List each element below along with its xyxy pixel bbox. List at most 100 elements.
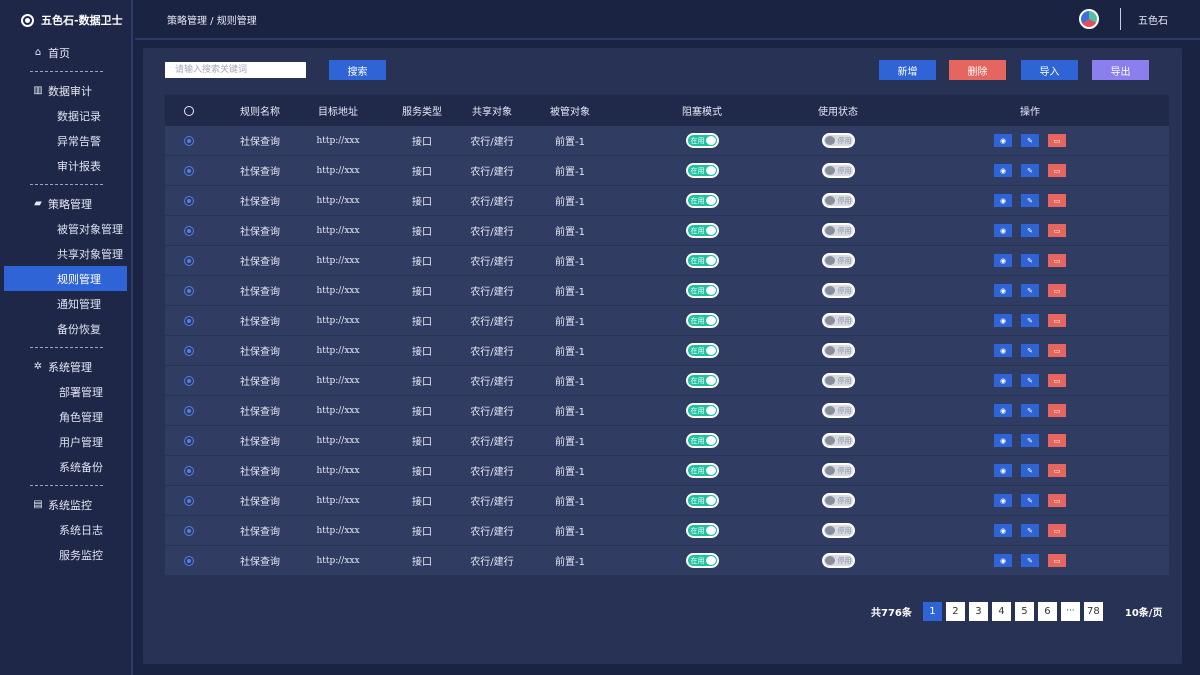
use-state-toggle[interactable]: 停用 xyxy=(821,463,855,478)
trash-icon[interactable]: ▭ xyxy=(1048,434,1066,447)
table-row[interactable]: 社保查询 http://xxx 接口 农行/建行 前置-1 在用 停用 ◉ ✎ ▭ xyxy=(165,366,1169,396)
trash-icon[interactable]: ▭ xyxy=(1048,494,1066,507)
edit-icon[interactable]: ✎ xyxy=(1021,194,1039,207)
trash-icon[interactable]: ▭ xyxy=(1048,194,1066,207)
edit-icon[interactable]: ✎ xyxy=(1021,494,1039,507)
row-select-radio[interactable] xyxy=(184,555,194,566)
page-button[interactable]: 2 xyxy=(945,601,965,621)
row-select-radio[interactable] xyxy=(184,165,194,176)
view-icon[interactable]: ◉ xyxy=(994,344,1012,357)
block-mode-toggle[interactable]: 在用 xyxy=(685,283,719,298)
view-icon[interactable]: ◉ xyxy=(994,164,1012,177)
search-input[interactable] xyxy=(165,62,306,78)
delete-button[interactable]: 删除 xyxy=(949,60,1006,80)
use-state-toggle[interactable]: 停用 xyxy=(821,313,855,328)
edit-icon[interactable]: ✎ xyxy=(1021,134,1039,147)
trash-icon[interactable]: ▭ xyxy=(1048,464,1066,477)
block-mode-toggle[interactable]: 在用 xyxy=(685,313,719,328)
use-state-toggle[interactable]: 停用 xyxy=(821,253,855,268)
row-select-radio[interactable] xyxy=(184,495,194,506)
trash-icon[interactable]: ▭ xyxy=(1048,344,1066,357)
block-mode-toggle[interactable]: 在用 xyxy=(685,343,719,358)
add-button[interactable]: 新增 xyxy=(879,60,936,80)
row-select-radio[interactable] xyxy=(184,345,194,356)
table-row[interactable]: 社保查询 http://xxx 接口 农行/建行 前置-1 在用 停用 ◉ ✎ ▭ xyxy=(165,396,1169,426)
use-state-toggle[interactable]: 停用 xyxy=(821,373,855,388)
view-icon[interactable]: ◉ xyxy=(994,404,1012,417)
sidebar-item[interactable]: 数据记录 xyxy=(0,103,131,128)
sidebar-item[interactable]: 角色管理 xyxy=(0,404,131,429)
view-icon[interactable]: ◉ xyxy=(994,194,1012,207)
export-button[interactable]: 导出 xyxy=(1092,60,1149,80)
sidebar-item[interactable]: 部署管理 xyxy=(0,379,131,404)
view-icon[interactable]: ◉ xyxy=(994,464,1012,477)
row-select-radio[interactable] xyxy=(184,405,194,416)
edit-icon[interactable]: ✎ xyxy=(1021,164,1039,177)
use-state-toggle[interactable]: 停用 xyxy=(821,223,855,238)
row-select-radio[interactable] xyxy=(184,195,194,206)
app-logo[interactable]: 五色石-数据卫士 xyxy=(0,0,131,40)
page-button[interactable]: 6 xyxy=(1037,601,1057,621)
table-row[interactable]: 社保查询 http://xxx 接口 农行/建行 前置-1 在用 停用 ◉ ✎ ▭ xyxy=(165,216,1169,246)
row-select-radio[interactable] xyxy=(184,435,194,446)
row-select-radio[interactable] xyxy=(184,135,194,146)
block-mode-toggle[interactable]: 在用 xyxy=(685,133,719,148)
sidebar-group-4[interactable]: ▤ 系统监控 xyxy=(0,492,131,517)
use-state-toggle[interactable]: 停用 xyxy=(821,343,855,358)
block-mode-toggle[interactable]: 在用 xyxy=(685,493,719,508)
table-row[interactable]: 社保查询 http://xxx 接口 农行/建行 前置-1 在用 停用 ◉ ✎ ▭ xyxy=(165,516,1169,546)
block-mode-toggle[interactable]: 在用 xyxy=(685,253,719,268)
use-state-toggle[interactable]: 停用 xyxy=(821,163,855,178)
page-button[interactable]: 1 xyxy=(922,601,942,621)
table-row[interactable]: 社保查询 http://xxx 接口 农行/建行 前置-1 在用 停用 ◉ ✎ ▭ xyxy=(165,246,1169,276)
view-icon[interactable]: ◉ xyxy=(994,434,1012,447)
sidebar-group-2[interactable]: ▰ 策略管理 xyxy=(0,191,131,216)
block-mode-toggle[interactable]: 在用 xyxy=(685,163,719,178)
sidebar-group-0[interactable]: ⌂ 首页 xyxy=(0,40,131,65)
block-mode-toggle[interactable]: 在用 xyxy=(685,403,719,418)
use-state-toggle[interactable]: 停用 xyxy=(821,433,855,448)
trash-icon[interactable]: ▭ xyxy=(1048,164,1066,177)
sidebar-item[interactable]: 审计报表 xyxy=(0,153,131,178)
edit-icon[interactable]: ✎ xyxy=(1021,284,1039,297)
table-row[interactable]: 社保查询 http://xxx 接口 农行/建行 前置-1 在用 停用 ◉ ✎ ▭ xyxy=(165,486,1169,516)
sidebar-item[interactable]: 规则管理 xyxy=(4,266,127,291)
block-mode-toggle[interactable]: 在用 xyxy=(685,193,719,208)
sidebar-item[interactable]: 服务监控 xyxy=(0,542,131,567)
sidebar-item[interactable]: 备份恢复 xyxy=(0,316,131,341)
view-icon[interactable]: ◉ xyxy=(994,284,1012,297)
sidebar-item[interactable]: 共享对象管理 xyxy=(0,241,131,266)
block-mode-toggle[interactable]: 在用 xyxy=(685,523,719,538)
edit-icon[interactable]: ✎ xyxy=(1021,434,1039,447)
sidebar-item[interactable]: 用户管理 xyxy=(0,429,131,454)
trash-icon[interactable]: ▭ xyxy=(1048,284,1066,297)
page-button[interactable]: 3 xyxy=(968,601,988,621)
trash-icon[interactable]: ▭ xyxy=(1048,524,1066,537)
username[interactable]: 五色石 xyxy=(1138,12,1168,27)
row-select-radio[interactable] xyxy=(184,285,194,296)
edit-icon[interactable]: ✎ xyxy=(1021,404,1039,417)
edit-icon[interactable]: ✎ xyxy=(1021,374,1039,387)
view-icon[interactable]: ◉ xyxy=(994,224,1012,237)
trash-icon[interactable]: ▭ xyxy=(1048,554,1066,567)
page-button[interactable]: 5 xyxy=(1014,601,1034,621)
select-all-radio[interactable] xyxy=(184,105,194,116)
table-row[interactable]: 社保查询 http://xxx 接口 农行/建行 前置-1 在用 停用 ◉ ✎ ▭ xyxy=(165,276,1169,306)
table-row[interactable]: 社保查询 http://xxx 接口 农行/建行 前置-1 在用 停用 ◉ ✎ ▭ xyxy=(165,456,1169,486)
edit-icon[interactable]: ✎ xyxy=(1021,344,1039,357)
table-row[interactable]: 社保查询 http://xxx 接口 农行/建行 前置-1 在用 停用 ◉ ✎ ▭ xyxy=(165,186,1169,216)
use-state-toggle[interactable]: 停用 xyxy=(821,193,855,208)
row-select-radio[interactable] xyxy=(184,225,194,236)
page-button[interactable]: 4 xyxy=(991,601,1011,621)
view-icon[interactable]: ◉ xyxy=(994,494,1012,507)
table-row[interactable]: 社保查询 http://xxx 接口 农行/建行 前置-1 在用 停用 ◉ ✎ ▭ xyxy=(165,306,1169,336)
table-row[interactable]: 社保查询 http://xxx 接口 农行/建行 前置-1 在用 停用 ◉ ✎ ▭ xyxy=(165,336,1169,366)
sidebar-item[interactable]: 系统日志 xyxy=(0,517,131,542)
trash-icon[interactable]: ▭ xyxy=(1048,314,1066,327)
edit-icon[interactable]: ✎ xyxy=(1021,254,1039,267)
view-icon[interactable]: ◉ xyxy=(994,374,1012,387)
sidebar-item[interactable]: 异常告警 xyxy=(0,128,131,153)
row-select-radio[interactable] xyxy=(184,315,194,326)
block-mode-toggle[interactable]: 在用 xyxy=(685,463,719,478)
view-icon[interactable]: ◉ xyxy=(994,524,1012,537)
